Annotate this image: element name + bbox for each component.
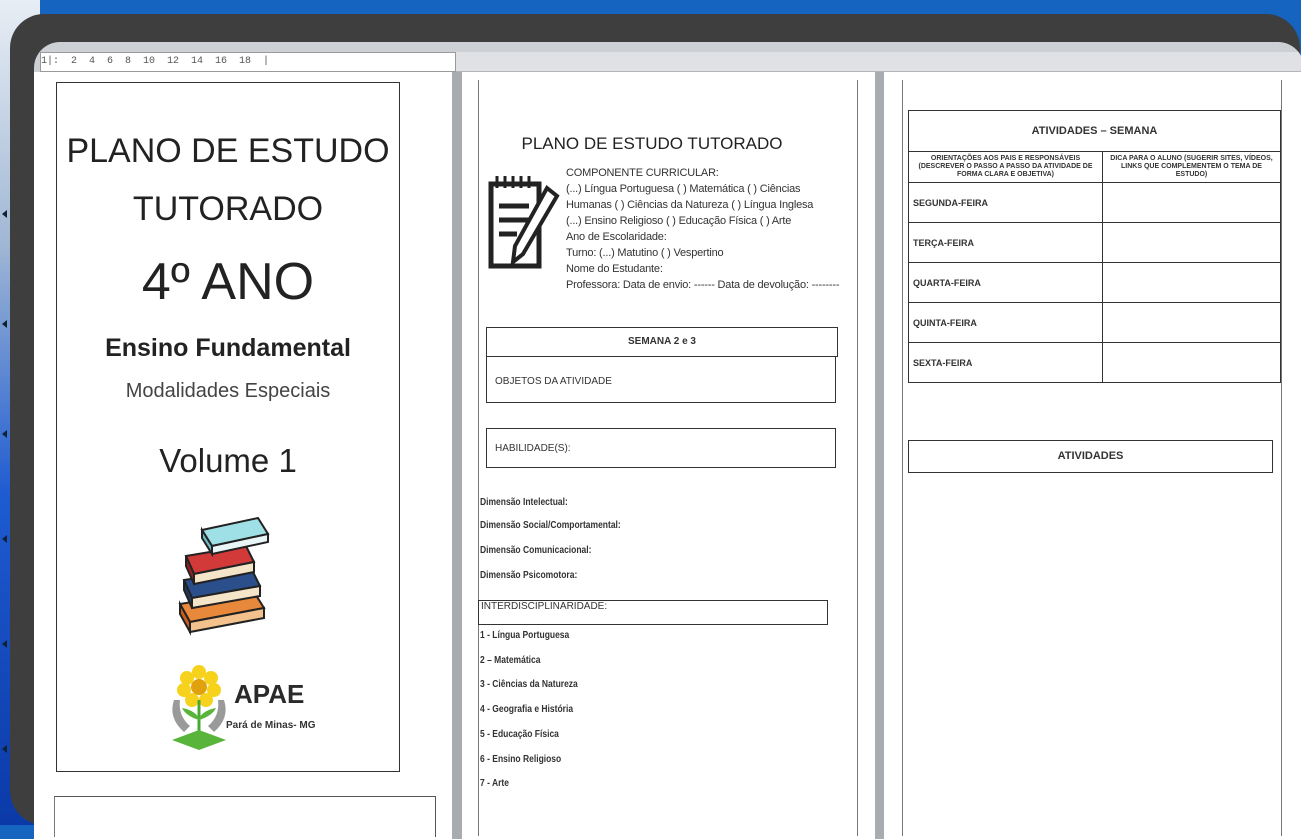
cover-title-line2: TUTORADO [132, 190, 324, 228]
day-entry-cell[interactable] [1102, 222, 1281, 263]
dimension-item: Dimensão Psicomotora: [480, 570, 578, 581]
left-arrow-marker [2, 210, 7, 218]
weekly-table-title: ATIVIDADES – SEMANA [908, 110, 1281, 152]
dimension-item: Dimensão Intelectual: [480, 497, 568, 508]
cover-level: Ensino Fundamental [105, 334, 351, 362]
day-cell: TERÇA-FEIRA [908, 222, 1103, 263]
objects-label[interactable]: OBJETOS DA ATIVIDADE [486, 356, 836, 403]
day-cell: SEGUNDA-FEIRA [908, 182, 1103, 223]
student-tip-header: DICA PARA O ALUNO (SUGERIR SITES, VÍDEOS… [1102, 151, 1281, 183]
subject-item: 3 - Ciências da Natureza [480, 679, 578, 690]
notebook-pencil-icon [488, 176, 560, 269]
page-gutter [452, 72, 462, 839]
day-cell: SEXTA-FEIRA [908, 342, 1103, 383]
day-entry-cell[interactable] [1102, 182, 1281, 223]
cover-title-line1: PLANO DE ESTUDO [66, 132, 390, 170]
device-frame: 1|: 2 4 6 8 10 12 14 16 18 | PLANO DE ES… [10, 14, 1301, 839]
cover-page[interactable]: PLANO DE ESTUDO TUTORADO 4º ANO Ensino F… [34, 72, 452, 839]
activities-page[interactable]: ATIVIDADES – SEMANA ORIENTAÇÕES AOS PAIS… [884, 72, 1301, 839]
apae-flower-logo [172, 665, 226, 750]
activities-heading: ATIVIDADES [908, 440, 1273, 473]
cover-modality: Modalidades Especiais [125, 380, 331, 402]
cover-grade: 4º ANO [141, 253, 315, 311]
cover-volume: Volume 1 [159, 442, 297, 479]
page-gutter [875, 72, 884, 839]
horizontal-ruler[interactable]: 1|: 2 4 6 8 10 12 14 16 18 | [40, 52, 456, 72]
interdisciplinary-label[interactable]: INTERDISCIPLINARIDADE: [478, 600, 828, 625]
component-line: Turno: (...) Matutino ( ) Vespertino [566, 247, 724, 259]
page-margin-box [54, 796, 436, 837]
component-line: Humanas ( ) Ciências da Natureza ( ) Lín… [566, 199, 814, 211]
subject-item: 2 – Matemática [480, 655, 541, 666]
left-arrow-marker [2, 430, 7, 438]
parents-guidance-header: ORIENTAÇÕES AOS PAIS E RESPONSÁVEIS (DES… [908, 151, 1103, 183]
component-line: (...) Língua Portuguesa ( ) Matemática (… [566, 183, 801, 195]
week-label: SEMANA 2 e 3 [486, 327, 838, 357]
apae-city-text: Pará de Minas- MG [226, 720, 316, 731]
ruler-background [456, 52, 1301, 72]
subject-item: 4 - Geografia e História [480, 704, 574, 715]
day-entry-cell[interactable] [1102, 262, 1281, 303]
component-line: Nome do Estudante: [566, 263, 663, 275]
dimension-item: Dimensão Social/Comportamental: [480, 520, 621, 531]
day-cell: QUINTA-FEIRA [908, 302, 1103, 343]
subject-item: 7 - Arte [480, 778, 509, 789]
day-entry-cell[interactable] [1102, 302, 1281, 343]
left-arrow-marker [2, 320, 7, 328]
plan-title: PLANO DE ESTUDO TUTORADO [521, 134, 783, 153]
left-arrow-marker [2, 640, 7, 648]
component-line: (...) Ensino Religioso ( ) Educação Físi… [566, 215, 792, 227]
plan-page[interactable]: PLANO DE ESTUDO TUTORADO COMPONENTE CURR… [462, 72, 875, 839]
left-arrow-marker [2, 745, 7, 753]
day-cell: QUARTA-FEIRA [908, 262, 1103, 303]
component-line: Professora: Data de envio: ------ Data d… [566, 279, 840, 291]
component-line: Ano de Escolaridade: [566, 231, 667, 243]
left-arrow-marker [2, 535, 7, 543]
apae-logo-text: APAE [234, 679, 305, 709]
weekly-activities-table: ATIVIDADES – SEMANA ORIENTAÇÕES AOS PAIS… [908, 110, 1281, 383]
day-entry-cell[interactable] [1102, 342, 1281, 383]
subject-item: 1 - Língua Portuguesa [480, 630, 570, 641]
books-stack-icon [178, 516, 270, 636]
document-window: 1|: 2 4 6 8 10 12 14 16 18 | PLANO DE ES… [34, 42, 1301, 839]
dimension-item: Dimensão Comunicacional: [480, 545, 592, 556]
subject-item: 5 - Educação Física [480, 729, 559, 740]
component-line: COMPONENTE CURRICULAR: [566, 167, 719, 179]
skills-label[interactable]: HABILIDADE(S): [486, 428, 836, 468]
subject-item: 6 - Ensino Religioso [480, 754, 562, 765]
